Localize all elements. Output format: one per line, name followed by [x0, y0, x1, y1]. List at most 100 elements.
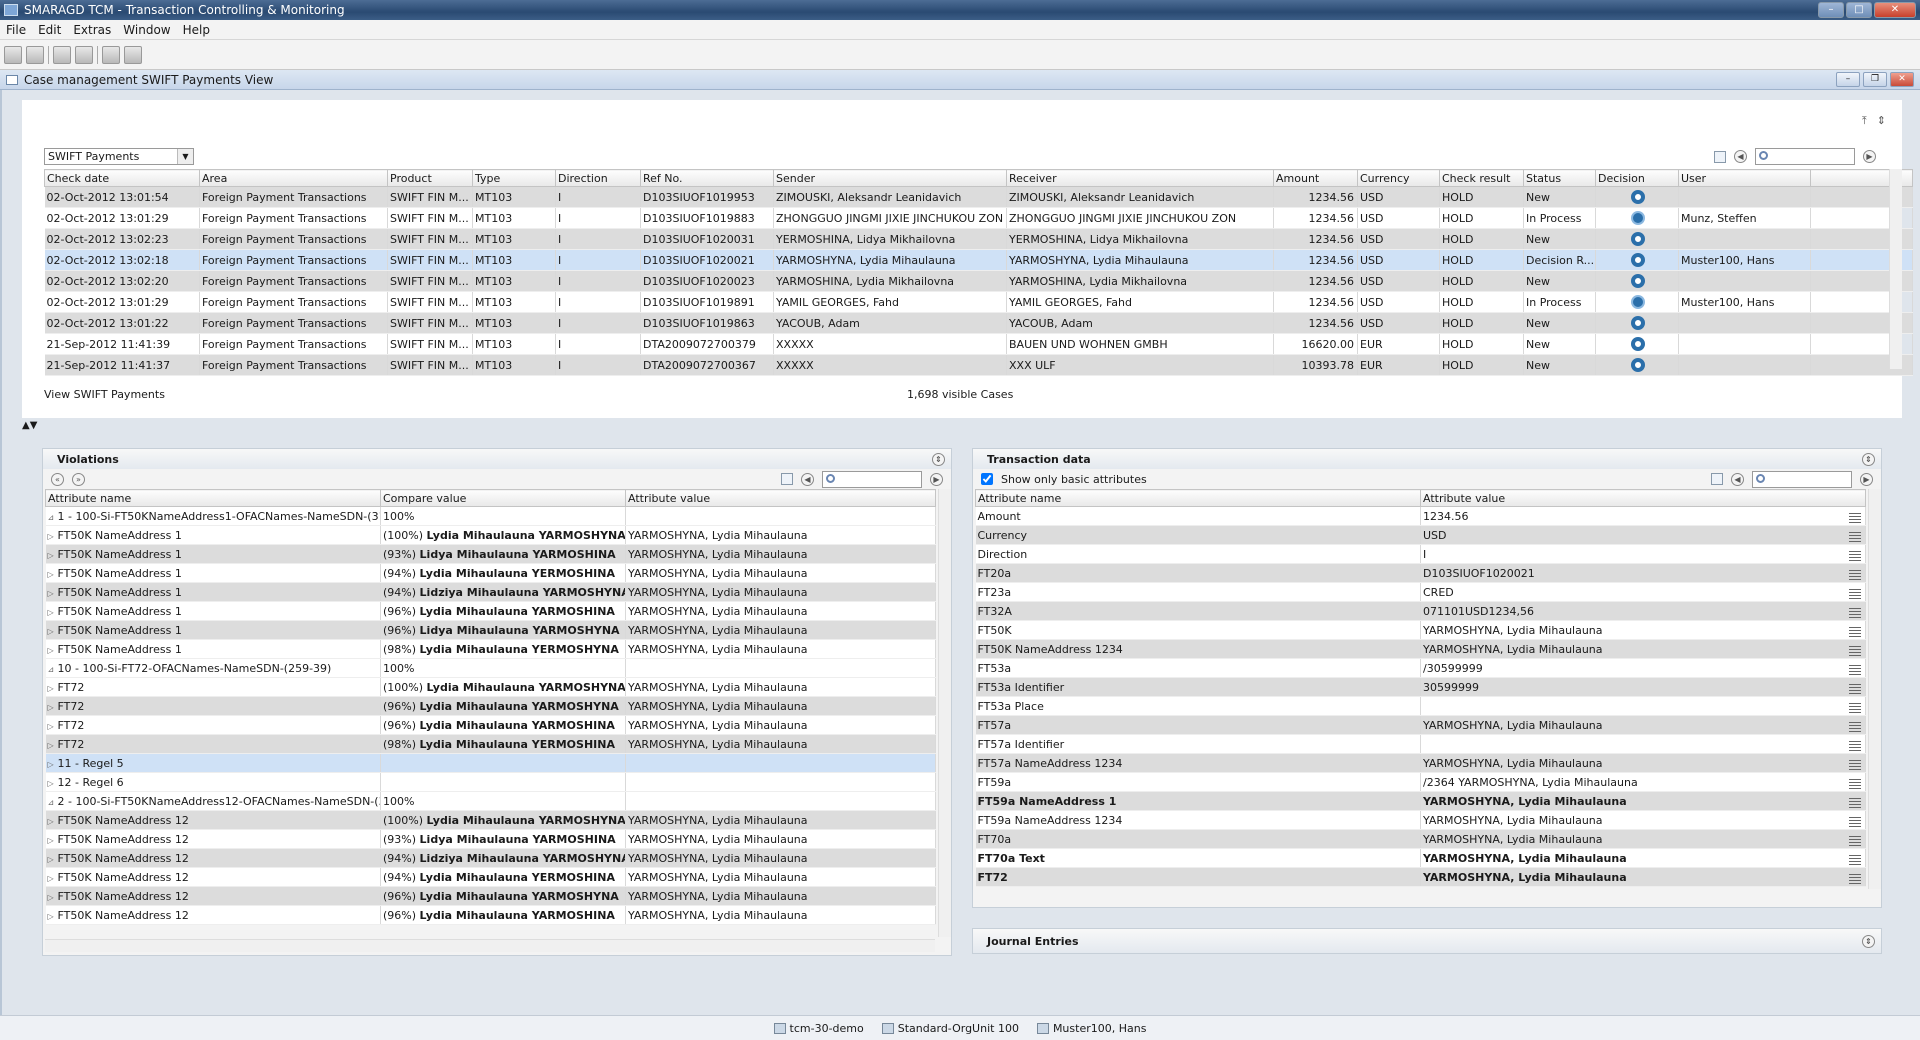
expand-icon[interactable]: ▷ [48, 703, 58, 712]
tree-row[interactable]: ▷ FT50K NameAddress 1 (94%) Lydia Mihaulau… [45, 563, 936, 583]
basic-attributes-checkbox[interactable] [981, 473, 993, 485]
expand-icon[interactable]: ▷ [48, 589, 58, 598]
table-row[interactable]: FT70a Text YARMOSHYNA, Lydia Mihaulauna [975, 848, 1866, 868]
tree-row[interactable]: ▷ FT72 (98%) Lydia Mihaulauna YERMOSHINA YA… [45, 734, 936, 754]
column-header[interactable]: Sender [773, 169, 1007, 187]
tree-row[interactable]: ▷ FT50K NameAddress 12 (96%) Lydia Mihaula… [45, 886, 936, 906]
table-row[interactable]: 02-Oct-2012 13:01:29 Foreign Payment Tran… [44, 207, 1913, 229]
tree-row[interactable]: ▷ FT72 (96%) Lydia Mihaulauna YARMOSHYNA YA… [45, 696, 936, 716]
tree-row[interactable]: ▷ 11 - Regel 5 [45, 753, 936, 773]
table-row[interactable]: FT20a D103SIUOF1020021 [975, 563, 1866, 583]
details-icon[interactable] [1849, 816, 1861, 827]
column-header[interactable]: Decision [1595, 169, 1679, 187]
column-header[interactable]: Product [387, 169, 473, 187]
tree-row[interactable]: ▷ FT50K NameAddress 12 (94%) Lydia Mihaula… [45, 867, 936, 887]
table-row[interactable]: FT57a Identifier [975, 734, 1866, 754]
details-icon[interactable] [1849, 683, 1861, 694]
table-row[interactable]: 21-Sep-2012 11:41:39 Foreign Payment Tran… [44, 333, 1913, 355]
columns-icon[interactable] [1711, 473, 1723, 485]
expand-icon[interactable]: ▷ [48, 570, 58, 579]
column-header[interactable]: Receiver [1006, 169, 1274, 187]
tree-row[interactable]: ▷ FT50K NameAddress 1 (94%) Lidziya Mihaul… [45, 582, 936, 602]
details-icon[interactable] [1849, 702, 1861, 713]
column-header[interactable]: Currency [1357, 169, 1440, 187]
column-header[interactable]: User [1678, 169, 1811, 187]
copy-icon[interactable] [102, 45, 120, 64]
tree-row[interactable]: ⊿ 1 - 100-Si-FT50KNameAddress1-OFACNames-… [45, 506, 936, 526]
details-icon[interactable] [1849, 550, 1861, 561]
search-input[interactable] [822, 470, 922, 488]
column-header[interactable]: Amount [1273, 169, 1358, 187]
expand-icon[interactable]: ▷ [48, 627, 58, 636]
expand-icon[interactable]: ▷ [48, 817, 58, 826]
expand-icon[interactable]: ▷ [48, 532, 58, 541]
previous-icon[interactable]: ◀ [1734, 150, 1747, 163]
menu-help[interactable]: Help [177, 23, 216, 37]
details-icon[interactable] [1849, 588, 1861, 599]
table-row[interactable]: FT32A 071101USD1234,56 [975, 601, 1866, 621]
expand-icon[interactable]: ⊿ [48, 798, 58, 807]
decision-icon[interactable] [1631, 337, 1645, 351]
menu-edit[interactable]: Edit [32, 23, 67, 37]
minimize-button[interactable]: – [1818, 2, 1844, 18]
table-row[interactable]: FT50K NameAddress 1234 YARMOSHYNA, Lydia … [975, 639, 1866, 659]
view-close-button[interactable]: ✕ [1890, 72, 1914, 87]
tree-row[interactable]: ⊿ 2 - 100-Si-FT50KNameAddress12-OFACNames… [45, 791, 936, 811]
details-icon[interactable] [1849, 778, 1861, 789]
column-header[interactable]: Type [472, 169, 556, 187]
expand-icon[interactable]: ▷ [48, 760, 58, 769]
expand-icon[interactable]: ⊿ [48, 513, 58, 522]
column-header[interactable]: Attribute name [975, 489, 1421, 507]
expand-icon[interactable]: ▷ [48, 779, 58, 788]
table-row[interactable]: 02-Oct-2012 13:01:22 Foreign Payment Tran… [44, 312, 1913, 334]
details-icon[interactable] [1849, 607, 1861, 618]
details-icon[interactable] [1849, 645, 1861, 656]
decision-icon[interactable] [1631, 232, 1645, 246]
next-icon[interactable]: ▶ [1863, 150, 1876, 163]
table-row[interactable]: FT53a Identifier 30599999 [975, 677, 1866, 697]
column-header[interactable]: Attribute value [1420, 489, 1866, 507]
table-row[interactable]: FT70a YARMOSHYNA, Lydia Mihaulauna [975, 829, 1866, 849]
details-icon[interactable] [1849, 759, 1861, 770]
table-row[interactable]: FT72 YARMOSHYNA, Lydia Mihaulauna [975, 867, 1866, 887]
details-icon[interactable] [1849, 721, 1861, 732]
decision-icon[interactable] [1631, 190, 1645, 204]
details-icon[interactable] [1849, 740, 1861, 751]
pin-icon[interactable]: ⤒ [1862, 114, 1867, 128]
menu-window[interactable]: Window [117, 23, 176, 37]
view-link[interactable]: View SWIFT Payments [44, 388, 165, 401]
decision-icon[interactable] [1631, 211, 1645, 225]
column-header[interactable]: Status [1523, 169, 1596, 187]
table-row[interactable]: FT53a Place [975, 696, 1866, 716]
expand-icon[interactable]: ▷ [48, 646, 58, 655]
expand-icon[interactable]: ▷ [48, 874, 58, 883]
expand-all-icon[interactable]: « [51, 472, 64, 486]
decision-icon[interactable] [1631, 316, 1645, 330]
column-header[interactable]: Area [199, 169, 388, 187]
decision-icon[interactable] [1631, 295, 1645, 309]
details-icon[interactable] [1849, 873, 1861, 884]
tree-row[interactable]: ▷ FT50K NameAddress 1 (96%) Lidya Mihaulau… [45, 620, 936, 640]
close-button[interactable]: ✕ [1874, 2, 1916, 18]
tree-row[interactable]: ▷ FT50K NameAddress 1 (100%) Lydia Mihaula… [45, 525, 936, 545]
view-restore-button[interactable]: ❐ [1863, 72, 1887, 87]
view-minimize-button[interactable]: – [1836, 72, 1860, 87]
expand-icon[interactable]: ▷ [48, 855, 58, 864]
menu-extras[interactable]: Extras [67, 23, 117, 37]
table-row[interactable]: FT59a/2364 YARMOSHYNA, Lydia Mihaulauna [975, 772, 1866, 792]
tree-row[interactable]: ▷ FT50K NameAddress 1 (96%) Lydia Mihaulau… [45, 601, 936, 621]
cases-scrollbar[interactable] [1889, 169, 1902, 369]
tree-row[interactable]: ▷ FT50K NameAddress 12 (94%) Lidziya Mihau… [45, 848, 936, 868]
expand-icon[interactable]: ▷ [48, 608, 58, 617]
decision-icon[interactable] [1631, 253, 1645, 267]
document-icon[interactable] [75, 45, 93, 64]
details-icon[interactable] [1849, 664, 1861, 675]
columns-icon[interactable] [1714, 150, 1726, 163]
details-icon[interactable] [1849, 797, 1861, 808]
column-header[interactable]: Direction [555, 169, 641, 187]
table-row[interactable]: FT59a NameAddress 1234 YARMOSHYNA, Lydia … [975, 810, 1866, 830]
decision-icon[interactable] [1631, 358, 1645, 372]
table-row[interactable]: FT50K YARMOSHYNA, Lydia Mihaulauna [975, 620, 1866, 640]
table-row[interactable]: 02-Oct-2012 13:01:54 Foreign Payment Tran… [44, 186, 1913, 208]
table-row[interactable]: Direction I [975, 544, 1866, 564]
